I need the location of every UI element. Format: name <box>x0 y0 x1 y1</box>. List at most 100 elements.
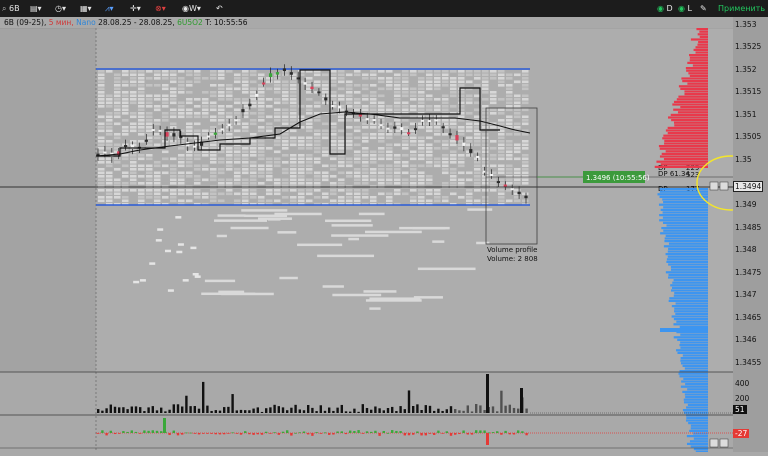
order-button-a[interactable] <box>709 181 719 191</box>
order-button-b[interactable] <box>719 181 729 191</box>
footprint-cell <box>242 182 249 185</box>
footprint-cell <box>170 70 177 73</box>
footprint-cell <box>514 178 521 182</box>
footprint-cell <box>394 192 401 196</box>
footprint-cell <box>154 122 161 126</box>
footprint-cell <box>458 101 465 105</box>
footprint-cell <box>442 157 449 161</box>
footprint-cell <box>306 154 313 157</box>
footprint-cell <box>370 136 377 140</box>
footprint-cell <box>354 196 361 199</box>
bid-level-bar <box>690 424 708 427</box>
apply-button[interactable]: Применить <box>718 2 765 15</box>
delta-bar <box>486 433 489 445</box>
instrument-selector[interactable]: ⌕ 6B <box>2 2 20 15</box>
footprint-cell <box>506 199 513 203</box>
footprint-cell <box>514 105 521 108</box>
footprint-cell <box>242 178 249 182</box>
footprint-cell <box>290 105 297 108</box>
delta-bar <box>163 418 166 433</box>
footprint-cell <box>362 164 369 168</box>
chart-type-button[interactable]: ▤▾ <box>30 2 42 15</box>
footprint-cell <box>146 175 153 178</box>
volume-bar <box>105 408 108 413</box>
footprint-cell <box>130 91 137 94</box>
footprint-cell <box>290 157 297 161</box>
footprint-cell <box>234 178 241 182</box>
footprint-cell <box>274 150 281 154</box>
footprint-cell <box>482 84 489 87</box>
delta-bar <box>437 430 440 433</box>
calendar-button[interactable]: ▦▾ <box>80 2 92 15</box>
footprint-cell <box>306 112 313 115</box>
delta-bar <box>491 432 495 433</box>
ask-level-bar <box>667 132 708 135</box>
footprint-cell <box>394 161 401 164</box>
volume-bar <box>269 407 272 413</box>
footprint-cell <box>202 101 209 105</box>
footprint-cell <box>498 70 505 73</box>
bid-level-bar <box>675 302 708 305</box>
footprint-cell <box>386 157 393 161</box>
candle-body <box>496 181 500 184</box>
footprint-cell <box>290 178 297 182</box>
footprint-cell <box>314 136 321 140</box>
footprint-cell <box>458 126 465 129</box>
delta-bar <box>193 433 196 434</box>
footprint-cell <box>114 98 121 101</box>
delta-bar <box>290 433 293 436</box>
footprint-cell <box>394 119 401 122</box>
volume-bar <box>340 404 343 413</box>
ask-level-bar <box>659 155 708 158</box>
footprint-cell <box>370 126 377 129</box>
bid-level-bar <box>686 442 708 445</box>
footprint-cell <box>226 150 233 154</box>
footprint-cell <box>482 70 489 73</box>
footprint-cell <box>418 171 425 175</box>
price-axis[interactable]: 1.353 1.3525 1.352 1.3515 1.351 1.3505 1… <box>733 17 768 452</box>
undo-button[interactable]: ↶ <box>216 2 223 15</box>
alerts-button[interactable]: ⊗▾ <box>155 2 166 15</box>
footprint-cell <box>482 126 489 129</box>
chart-area[interactable]: Volume profile Volume: 2 808 1.3496 (10:… <box>0 27 766 453</box>
edit-button[interactable]: ✎ <box>700 2 707 15</box>
view-mode-button[interactable]: ◉W▾ <box>182 2 201 15</box>
footprint-cell <box>250 73 257 77</box>
footprint-cell <box>330 122 337 126</box>
d-toggle[interactable]: ◉ D <box>657 2 673 15</box>
footprint-cell <box>98 94 105 98</box>
footprint-cell <box>458 91 465 94</box>
indicators-button[interactable]: ⩘▾ <box>105 2 114 15</box>
footprint-cell <box>442 119 449 122</box>
ask-level-bar <box>663 158 708 161</box>
crosshair-button[interactable]: ✛▾ <box>130 2 141 15</box>
delta-bar <box>307 433 310 435</box>
footprint-cell <box>258 147 265 150</box>
footprint-cell <box>386 154 393 157</box>
footprint-cell <box>346 80 353 84</box>
footprint-cell <box>216 234 227 238</box>
order-button-c[interactable] <box>709 438 719 448</box>
bid-level-bar <box>683 401 708 404</box>
footprint-cell <box>298 192 305 196</box>
footprint-cell <box>194 182 201 185</box>
l-toggle[interactable]: ◉ L <box>678 2 692 15</box>
bid-level-bar <box>676 320 708 323</box>
footprint-cell <box>314 105 321 108</box>
volume-bar <box>302 410 306 413</box>
bid-level-bar <box>680 359 708 362</box>
footprint-cell <box>234 168 241 171</box>
footprint-cell <box>282 112 289 115</box>
chart-canvas[interactable]: Volume profile Volume: 2 808 1.3496 (10:… <box>0 27 766 453</box>
order-button-d[interactable] <box>719 438 729 448</box>
footprint-cell <box>314 171 321 175</box>
footprint-cell <box>242 129 249 133</box>
footprint-cell <box>362 140 369 143</box>
footprint-cell <box>155 239 162 242</box>
footprint-cell <box>490 164 497 168</box>
footprint-cell <box>282 168 289 171</box>
bid-level-bar <box>668 263 708 266</box>
volume-bar <box>101 410 104 413</box>
refresh-interval-button[interactable]: ◷▾ <box>55 2 66 15</box>
footprint-cell <box>442 105 449 108</box>
